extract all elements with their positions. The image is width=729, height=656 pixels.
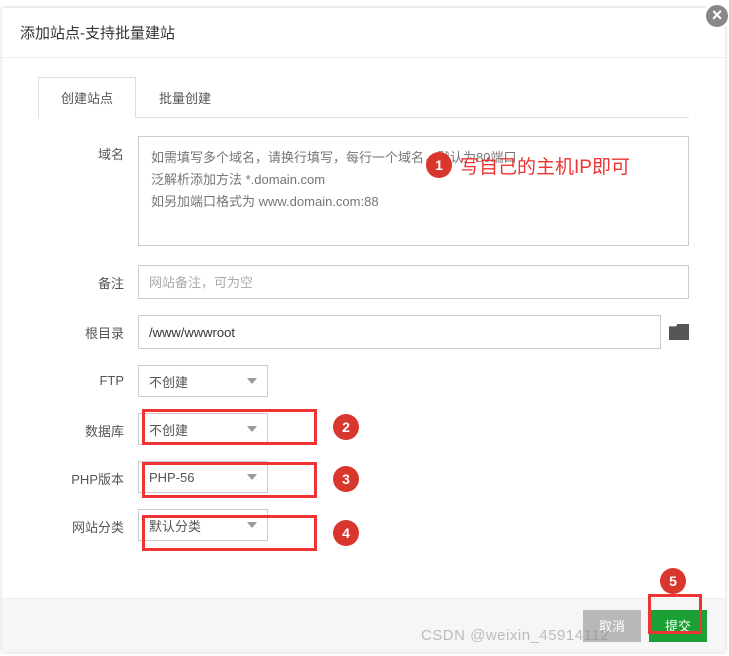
chevron-down-icon xyxy=(247,426,257,432)
row-ftp: FTP 不创建 xyxy=(38,365,689,397)
submit-button[interactable]: 提交 xyxy=(649,610,707,642)
tabs: 创建站点 批量创建 xyxy=(38,76,689,118)
remark-input[interactable] xyxy=(138,265,689,299)
modal-title: 添加站点-支持批量建站 xyxy=(2,8,725,58)
modal-footer: 取消 提交 xyxy=(2,598,725,652)
root-label: 根目录 xyxy=(38,315,138,342)
cat-value: 默认分类 xyxy=(149,516,201,535)
add-site-modal: × 添加站点-支持批量建站 创建站点 批量创建 域名 备注 根目录 xyxy=(2,8,725,652)
ftp-label: FTP xyxy=(38,365,138,388)
db-label: 数据库 xyxy=(38,413,138,440)
chevron-down-icon xyxy=(247,378,257,384)
tab-create-site[interactable]: 创建站点 xyxy=(38,77,136,118)
db-value: 不创建 xyxy=(149,420,188,439)
php-value: PHP-56 xyxy=(149,470,195,485)
row-domain: 域名 xyxy=(38,136,689,249)
cat-label: 网站分类 xyxy=(38,509,138,536)
close-icon[interactable]: × xyxy=(703,2,729,30)
row-remark: 备注 xyxy=(38,265,689,299)
folder-icon[interactable] xyxy=(669,324,689,340)
row-category: 网站分类 默认分类 xyxy=(38,509,689,541)
row-root: 根目录 xyxy=(38,315,689,349)
chevron-down-icon xyxy=(247,474,257,480)
php-select[interactable]: PHP-56 xyxy=(138,461,268,493)
ftp-value: 不创建 xyxy=(149,372,188,391)
php-label: PHP版本 xyxy=(38,461,138,488)
domain-label: 域名 xyxy=(38,136,138,163)
db-select[interactable]: 不创建 xyxy=(138,413,268,445)
domain-textarea[interactable] xyxy=(138,136,689,246)
chevron-down-icon xyxy=(247,522,257,528)
root-input[interactable] xyxy=(138,315,661,349)
row-database: 数据库 不创建 xyxy=(38,413,689,445)
cat-select[interactable]: 默认分类 xyxy=(138,509,268,541)
ftp-select[interactable]: 不创建 xyxy=(138,365,268,397)
tab-batch-create[interactable]: 批量创建 xyxy=(136,77,234,118)
modal-body: 创建站点 批量创建 域名 备注 根目录 FTP xyxy=(2,58,725,567)
remark-label: 备注 xyxy=(38,265,138,292)
row-php: PHP版本 PHP-56 xyxy=(38,461,689,493)
cancel-button[interactable]: 取消 xyxy=(583,610,641,642)
